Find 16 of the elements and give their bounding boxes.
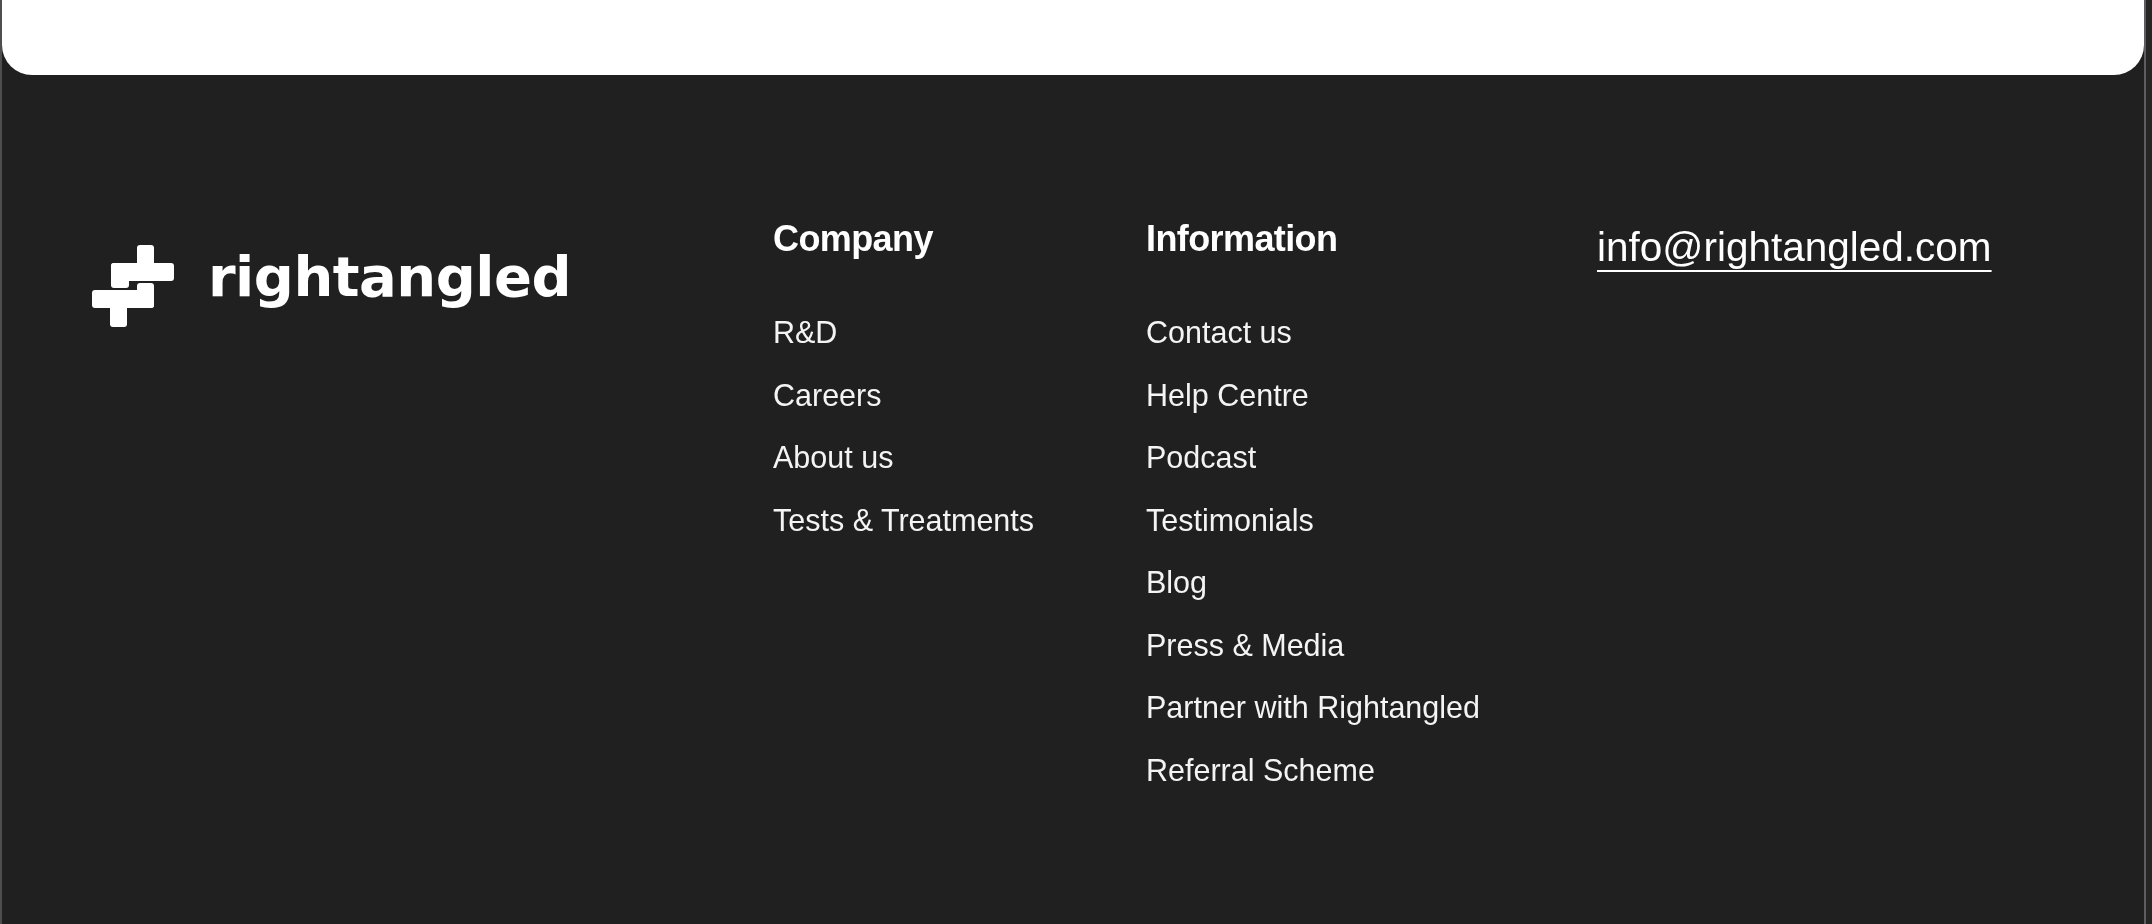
footer-link[interactable]: Blog (1146, 564, 1208, 601)
logo-icon (92, 245, 174, 327)
footer-link[interactable]: Careers (773, 376, 882, 414)
footer-link[interactable]: R&D (773, 314, 838, 351)
footer-link[interactable]: Contact us (1146, 314, 1292, 351)
footer-link[interactable]: Referral Scheme (1146, 751, 1375, 789)
footer-link[interactable]: Testimonials (1146, 501, 1314, 539)
footer-link[interactable]: Help Centre (1146, 376, 1309, 414)
column-heading: Information (1146, 217, 1338, 260)
footer-link[interactable]: Tests & Treatments (773, 501, 1035, 539)
column-heading: Company (773, 217, 933, 260)
footer-link[interactable]: Press & Media (1146, 626, 1345, 664)
footer-link[interactable]: About us (773, 439, 894, 476)
footer-link[interactable]: Partner with Rightangled (1146, 689, 1480, 726)
footer-link[interactable]: Podcast (1146, 439, 1257, 476)
email-link[interactable]: info@rightangled.com (1597, 223, 1992, 271)
